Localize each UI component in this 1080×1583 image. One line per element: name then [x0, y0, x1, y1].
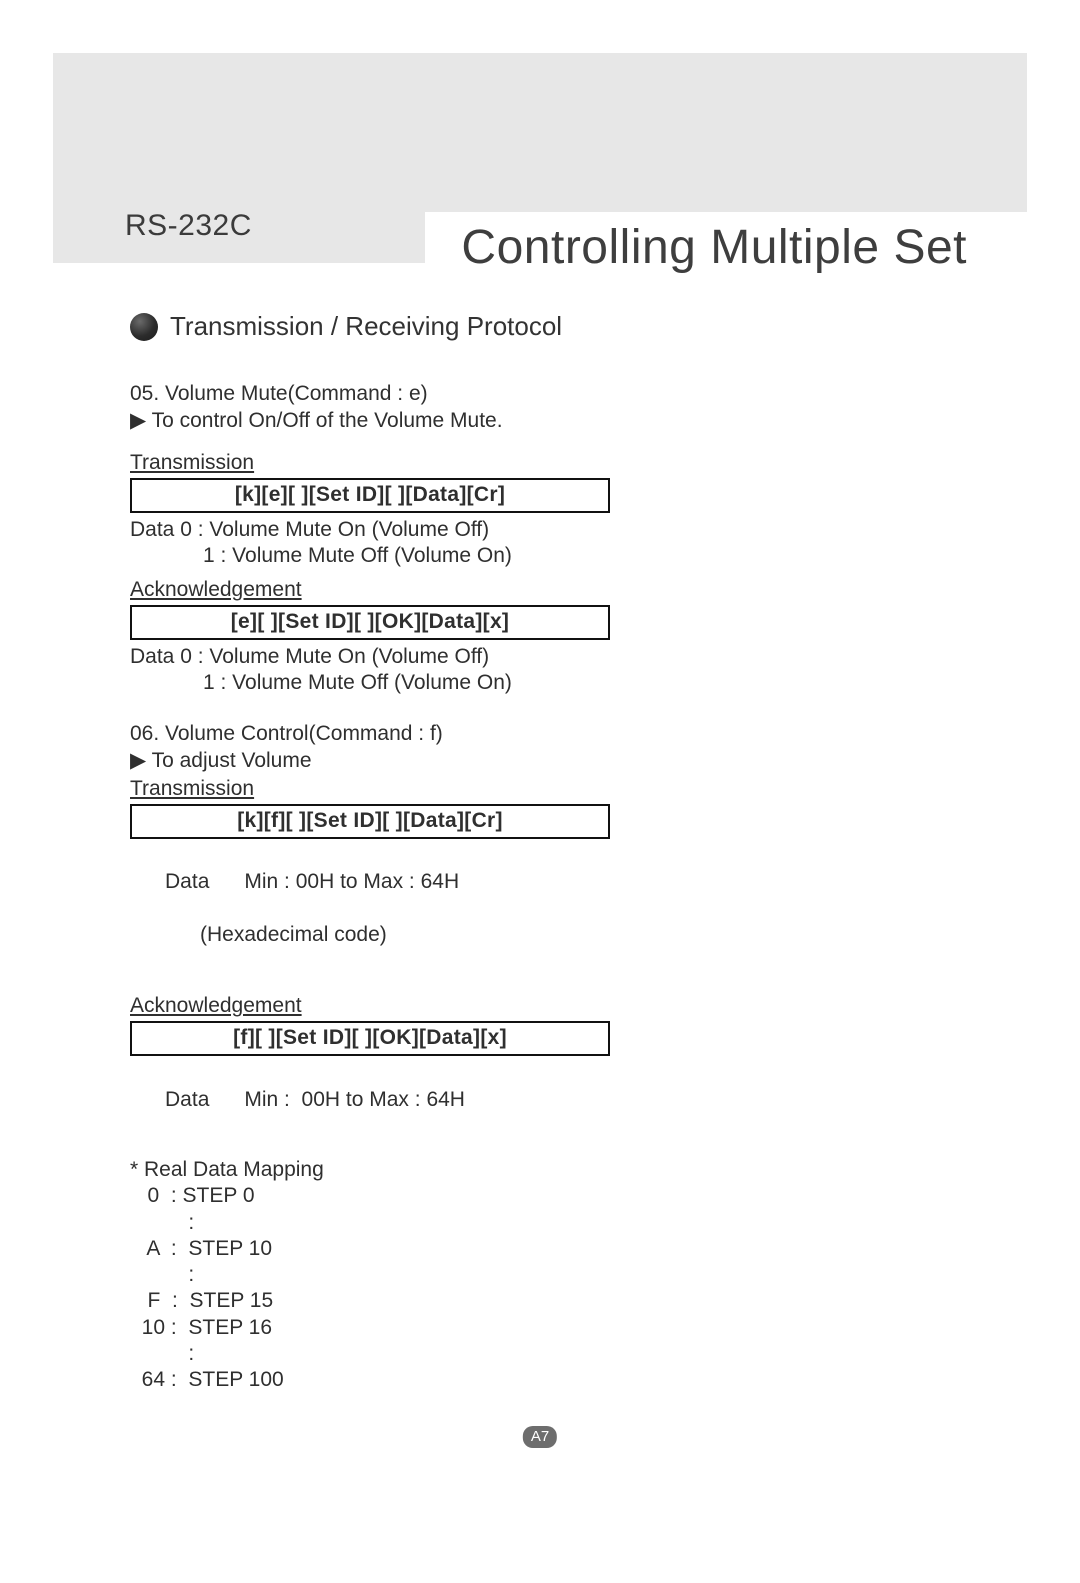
- section-title: Transmission / Receiving Protocol: [170, 311, 562, 342]
- ack-data-05-l2: 1 : Volume Mute Off (Volume On): [130, 670, 770, 696]
- mapping-row: :: [130, 1210, 770, 1236]
- ack-label-06: Acknowledgement: [130, 994, 302, 1018]
- command-06-desc: ▶ To adjust Volume: [130, 748, 770, 773]
- content-area: Transmission / Receiving Protocol 05. Vo…: [130, 311, 770, 1393]
- tx-data-06-l2: (Hexadecimal code): [165, 923, 387, 946]
- header-band: RS-232C Controlling Multiple Set: [53, 53, 1027, 263]
- mapping-row: 10 : STEP 16: [130, 1315, 770, 1341]
- ack-code-05: [e][ ][Set ID][ ][OK][Data][x]: [130, 605, 610, 640]
- transmission-code-05: [k][e][ ][Set ID][ ][Data][Cr]: [130, 478, 610, 513]
- mapping-row: A : STEP 10: [130, 1236, 770, 1262]
- ack-data-06: Data Min : 00H to Max : 64H: [130, 1060, 770, 1139]
- command-05-title: 05. Volume Mute(Command : e): [130, 382, 770, 406]
- tx-data-05-l2: 1 : Volume Mute Off (Volume On): [130, 543, 770, 569]
- mapping-row: 64 : STEP 100: [130, 1367, 770, 1393]
- mapping-row: :: [130, 1341, 770, 1367]
- command-05-desc: ▶ To control On/Off of the Volume Mute.: [130, 408, 770, 433]
- ack-data-06-l1: Data Min : 00H to Max : 64H: [165, 1088, 465, 1111]
- mapping-row: F : STEP 15: [130, 1288, 770, 1314]
- ack-data-05-l1: Data 0 : Volume Mute On (Volume Off): [130, 645, 489, 668]
- page-number-badge: A7: [523, 1426, 557, 1448]
- tx-data-05: Data 0 : Volume Mute On (Volume Off) 1 :…: [130, 517, 770, 570]
- header-label: RS-232C: [53, 209, 252, 263]
- tx-data-05-l1: Data 0 : Volume Mute On (Volume Off): [130, 518, 489, 541]
- transmission-label: Transmission: [130, 451, 254, 475]
- transmission-code-06: [k][f][ ][Set ID][ ][Data][Cr]: [130, 804, 610, 839]
- mapping-title: * Real Data Mapping: [130, 1157, 770, 1183]
- ack-code-06: [f][ ][Set ID][ ][OK][Data][x]: [130, 1021, 610, 1056]
- command-06-title: 06. Volume Control(Command : f): [130, 722, 770, 746]
- command-06-block: 06. Volume Control(Command : f) ▶ To adj…: [130, 722, 770, 1139]
- transmission-label-06: Transmission: [130, 777, 254, 801]
- mapping-row: 0 : STEP 0: [130, 1183, 770, 1209]
- command-05-block: 05. Volume Mute(Command : e) ▶ To contro…: [130, 382, 770, 696]
- ack-label-05: Acknowledgement: [130, 578, 302, 602]
- bullet-sphere-icon: [130, 313, 158, 341]
- mapping-row: :: [130, 1262, 770, 1288]
- real-data-mapping: * Real Data Mapping 0 : STEP 0 : A : STE…: [130, 1157, 770, 1393]
- ack-data-05: Data 0 : Volume Mute On (Volume Off) 1 :…: [130, 644, 770, 697]
- tx-data-06-l1: Data Min : 00H to Max : 64H: [165, 870, 459, 893]
- tx-data-06: Data Min : 00H to Max : 64H (Hexadecimal…: [130, 843, 770, 974]
- section-heading-row: Transmission / Receiving Protocol: [130, 311, 770, 342]
- header-title: Controlling Multiple Set: [425, 212, 1027, 275]
